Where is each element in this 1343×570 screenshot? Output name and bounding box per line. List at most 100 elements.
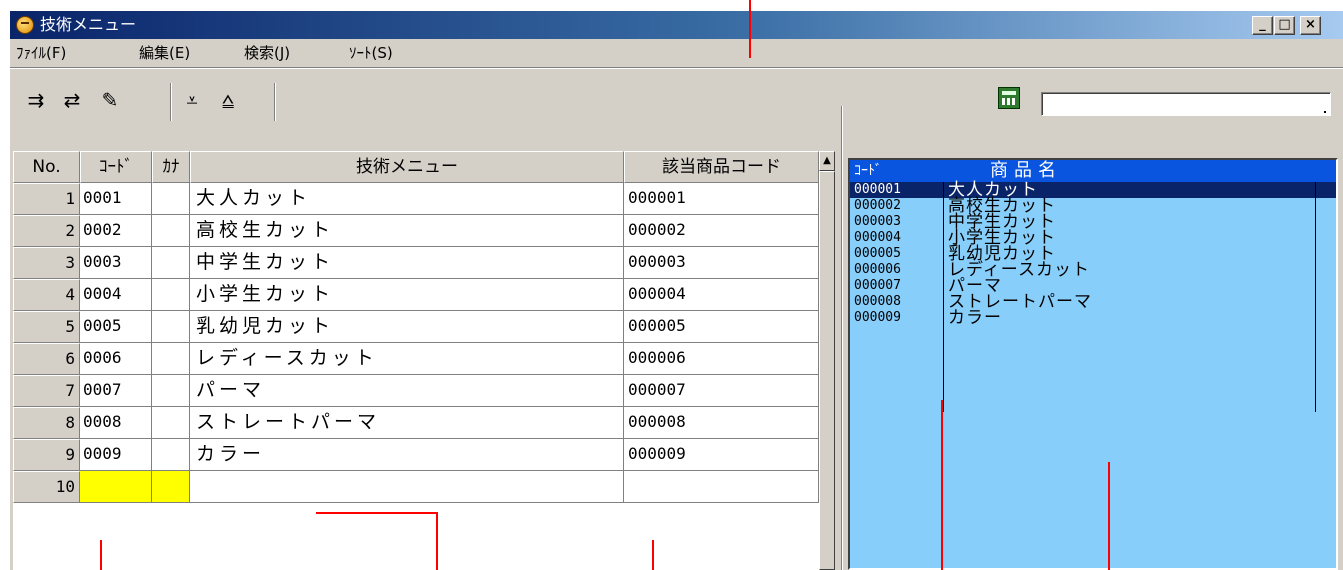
table-row[interactable]: 3 0003 中学生カット 000003	[13, 247, 835, 279]
row-number[interactable]: 8	[13, 407, 80, 439]
kana-cell[interactable]	[152, 247, 190, 279]
header-menu-name[interactable]: 技術メニュー	[190, 151, 624, 183]
code-cell[interactable]: 0007	[80, 375, 152, 407]
row-number[interactable]: 2	[13, 215, 80, 247]
header-no[interactable]: No.	[13, 151, 80, 183]
table-row[interactable]: 1 0001 大人カット 000001	[13, 183, 835, 215]
eraser-icon[interactable]: ✎	[96, 87, 124, 113]
code-cell[interactable]: 0009	[80, 439, 152, 471]
maximize-button[interactable]: □	[1274, 16, 1295, 35]
product-list-item[interactable]: 000003 中学生カット	[850, 212, 1336, 232]
product-code-cell[interactable]: 000005	[624, 311, 819, 343]
annotation-line	[316, 512, 437, 514]
search-input[interactable]	[1041, 92, 1331, 116]
kana-cell[interactable]	[152, 407, 190, 439]
menu-edit[interactable]: 編集(E)	[139, 43, 190, 63]
row-number[interactable]: 7	[13, 375, 80, 407]
insert-row-icon[interactable]: ⇉	[22, 87, 50, 113]
kana-cell[interactable]	[152, 439, 190, 471]
code-cell[interactable]: 0006	[80, 343, 152, 375]
kana-cell[interactable]	[152, 343, 190, 375]
app-icon[interactable]	[16, 16, 34, 34]
row-number[interactable]: 1	[13, 183, 80, 215]
annotation-line	[436, 512, 438, 570]
kana-cell[interactable]	[152, 279, 190, 311]
toolbar: ⇉ ⇄ ✎ ⩡ ⩠	[10, 68, 1343, 151]
row-number[interactable]: 3	[13, 247, 80, 279]
move-down-icon[interactable]: ⩡	[178, 87, 206, 113]
product-list-item[interactable]: 000009 カラー	[850, 308, 1336, 328]
code-cell[interactable]: 0003	[80, 247, 152, 279]
code-cell[interactable]: 0004	[80, 279, 152, 311]
kana-cell[interactable]	[152, 183, 190, 215]
grid-scrollbar[interactable]: ▲	[819, 151, 835, 570]
close-button[interactable]: ×	[1300, 16, 1321, 35]
menu-name-cell[interactable]: 高校生カット	[190, 215, 624, 247]
product-list-item[interactable]: 000006 レディースカット	[850, 260, 1336, 280]
import-icon[interactable]: ⇄	[58, 87, 86, 113]
product-code-cell[interactable]	[624, 471, 819, 503]
table-row[interactable]: 10	[13, 471, 835, 503]
product-code-cell[interactable]: 000006	[624, 343, 819, 375]
code-cell[interactable]: 0005	[80, 311, 152, 343]
search-field[interactable]	[1042, 93, 1330, 115]
table-row[interactable]: 7 0007 パーマ 000007	[13, 375, 835, 407]
menu-name-cell[interactable]: レディースカット	[190, 343, 624, 375]
menu-name-cell[interactable]: 小学生カット	[190, 279, 624, 311]
calculator-icon[interactable]	[998, 87, 1020, 109]
product-list-item[interactable]: 000008 ストレートパーマ	[850, 292, 1336, 312]
product-code-cell[interactable]: 000007	[624, 375, 819, 407]
header-code[interactable]: ｺｰﾄﾞ	[80, 151, 152, 183]
menu-file[interactable]: ﾌｧｲﾙ(F)	[16, 43, 66, 63]
menu-name-cell[interactable]: 中学生カット	[190, 247, 624, 279]
product-code-cell[interactable]: 000001	[624, 183, 819, 215]
product-code-cell[interactable]: 000002	[624, 215, 819, 247]
code-cell[interactable]: 0002	[80, 215, 152, 247]
menu-name-cell[interactable]: 乳幼児カット	[190, 311, 624, 343]
table-row[interactable]: 2 0002 高校生カット 000002	[13, 215, 835, 247]
menu-sort[interactable]: ｿｰﾄ(S)	[349, 43, 393, 63]
product-list-item[interactable]: 000005 乳幼児カット	[850, 244, 1336, 264]
menu-name-cell[interactable]: パーマ	[190, 375, 624, 407]
table-row[interactable]: 6 0006 レディースカット 000006	[13, 343, 835, 375]
product-code-cell[interactable]: 000003	[624, 247, 819, 279]
header-kana[interactable]: ｶﾅ	[152, 151, 190, 183]
product-code-cell[interactable]: 000008	[624, 407, 819, 439]
kana-cell[interactable]	[152, 471, 190, 503]
product-code: 000001	[854, 182, 901, 197]
scroll-up-button[interactable]: ▲	[819, 151, 835, 171]
product-list-item[interactable]: 000002 高校生カット	[850, 196, 1336, 216]
menu-search[interactable]: 検索(J)	[244, 43, 290, 63]
table-row[interactable]: 9 0009 カラー 000009	[13, 439, 835, 471]
kana-cell[interactable]	[152, 215, 190, 247]
product-list[interactable]: ｺｰﾄﾞ 商品名 000001 大人カット 000002 高校生カット 000003 中学…	[848, 158, 1338, 570]
code-cell[interactable]: 0008	[80, 407, 152, 439]
product-list-item[interactable]: 000004 小学生カット	[850, 228, 1336, 248]
row-number[interactable]: 4	[13, 279, 80, 311]
code-cell[interactable]: 0001	[80, 183, 152, 215]
product-list-item[interactable]: 000007 パーマ	[850, 276, 1336, 296]
row-number[interactable]: 6	[13, 343, 80, 375]
product-code-cell[interactable]: 000009	[624, 439, 819, 471]
table-row[interactable]: 4 0004 小学生カット 000004	[13, 279, 835, 311]
row-number[interactable]: 5	[13, 311, 80, 343]
kana-cell[interactable]	[152, 311, 190, 343]
product-list-item[interactable]: 000001 大人カット	[850, 180, 1336, 200]
header-product-code[interactable]: 該当商品コード	[624, 151, 819, 183]
title-bar[interactable]: 技術メニュー _ □ ×	[10, 11, 1343, 39]
table-row[interactable]: 5 0005 乳幼児カット 000005	[13, 311, 835, 343]
move-up-icon[interactable]: ⩠	[214, 87, 242, 113]
menu-name-cell[interactable]: カラー	[190, 439, 624, 471]
scroll-thumb[interactable]	[819, 171, 835, 570]
kana-cell[interactable]	[152, 375, 190, 407]
product-code-cell[interactable]: 000004	[624, 279, 819, 311]
row-number[interactable]: 9	[13, 439, 80, 471]
menu-name-cell[interactable]: ストレートパーマ	[190, 407, 624, 439]
menu-grid[interactable]: No. ｺｰﾄﾞ ｶﾅ 技術メニュー 該当商品コード 1 0001 大人カット 000…	[13, 151, 835, 570]
menu-name-cell[interactable]	[190, 471, 624, 503]
code-cell[interactable]	[80, 471, 152, 503]
row-number[interactable]: 10	[13, 471, 80, 503]
menu-name-cell[interactable]: 大人カット	[190, 183, 624, 215]
table-row[interactable]: 8 0008 ストレートパーマ 000008	[13, 407, 835, 439]
minimize-button[interactable]: _	[1252, 16, 1273, 35]
